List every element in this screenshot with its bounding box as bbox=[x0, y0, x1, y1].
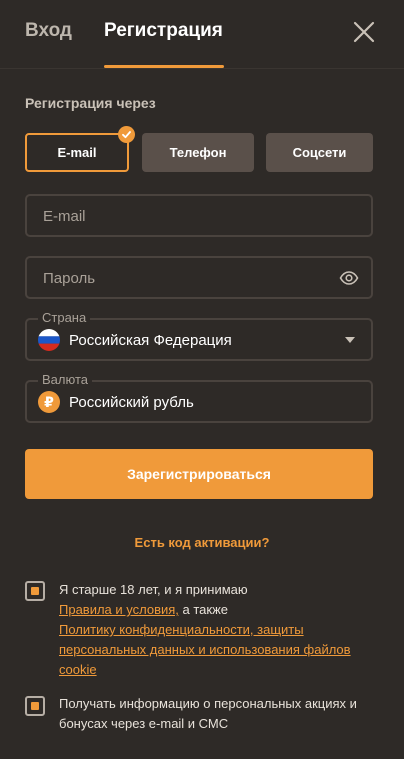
russia-flag-icon bbox=[38, 329, 60, 351]
password-field bbox=[25, 256, 373, 299]
currency-label: Валюта bbox=[38, 372, 92, 387]
close-icon[interactable] bbox=[350, 18, 378, 46]
method-phone-button[interactable]: Телефон bbox=[142, 133, 254, 172]
promo-consent-text: Получать информацию о персональных акция… bbox=[59, 696, 357, 731]
currency-value: Российский рубль bbox=[69, 394, 194, 411]
checkbox-mark bbox=[31, 702, 39, 710]
tabs-divider bbox=[0, 68, 404, 69]
method-email-button[interactable]: E-mail bbox=[25, 133, 129, 172]
age-consent-label: Я старше 18 лет, и я принимаю bbox=[59, 582, 248, 597]
email-input[interactable] bbox=[41, 196, 335, 237]
auth-tabs: Вход Регистрация bbox=[0, 0, 404, 70]
country-label: Страна bbox=[38, 310, 91, 325]
tab-register[interactable]: Регистрация bbox=[104, 20, 223, 42]
age-consent-checkbox[interactable] bbox=[25, 581, 45, 601]
password-input[interactable] bbox=[41, 258, 335, 299]
check-icon bbox=[118, 126, 135, 143]
checkbox-mark bbox=[31, 587, 39, 595]
tab-login[interactable]: Вход bbox=[25, 20, 72, 42]
registration-method-title: Регистрация через bbox=[25, 95, 156, 111]
eye-icon[interactable] bbox=[339, 269, 359, 287]
age-consent-text: Я старше 18 лет, и я принимаю Правила и … bbox=[59, 580, 379, 680]
privacy-policy-link[interactable]: Политику конфиденциальности, защиты перс… bbox=[59, 622, 351, 677]
ruble-icon: ₽ bbox=[38, 391, 60, 413]
activation-code-link[interactable]: Есть код активации? bbox=[0, 535, 404, 550]
register-button[interactable]: Зарегистрироваться bbox=[25, 449, 373, 499]
rules-link[interactable]: Правила и условия, bbox=[59, 602, 179, 617]
chevron-down-icon[interactable] bbox=[345, 337, 355, 343]
country-value: Российская Федерация bbox=[69, 332, 232, 349]
email-field bbox=[25, 194, 373, 237]
also-text: а также bbox=[178, 602, 229, 617]
method-social-button[interactable]: Соцсети bbox=[266, 133, 373, 172]
promo-consent-checkbox[interactable] bbox=[25, 696, 45, 716]
registration-panel: Вход Регистрация Регистрация через E-mai… bbox=[0, 0, 404, 759]
